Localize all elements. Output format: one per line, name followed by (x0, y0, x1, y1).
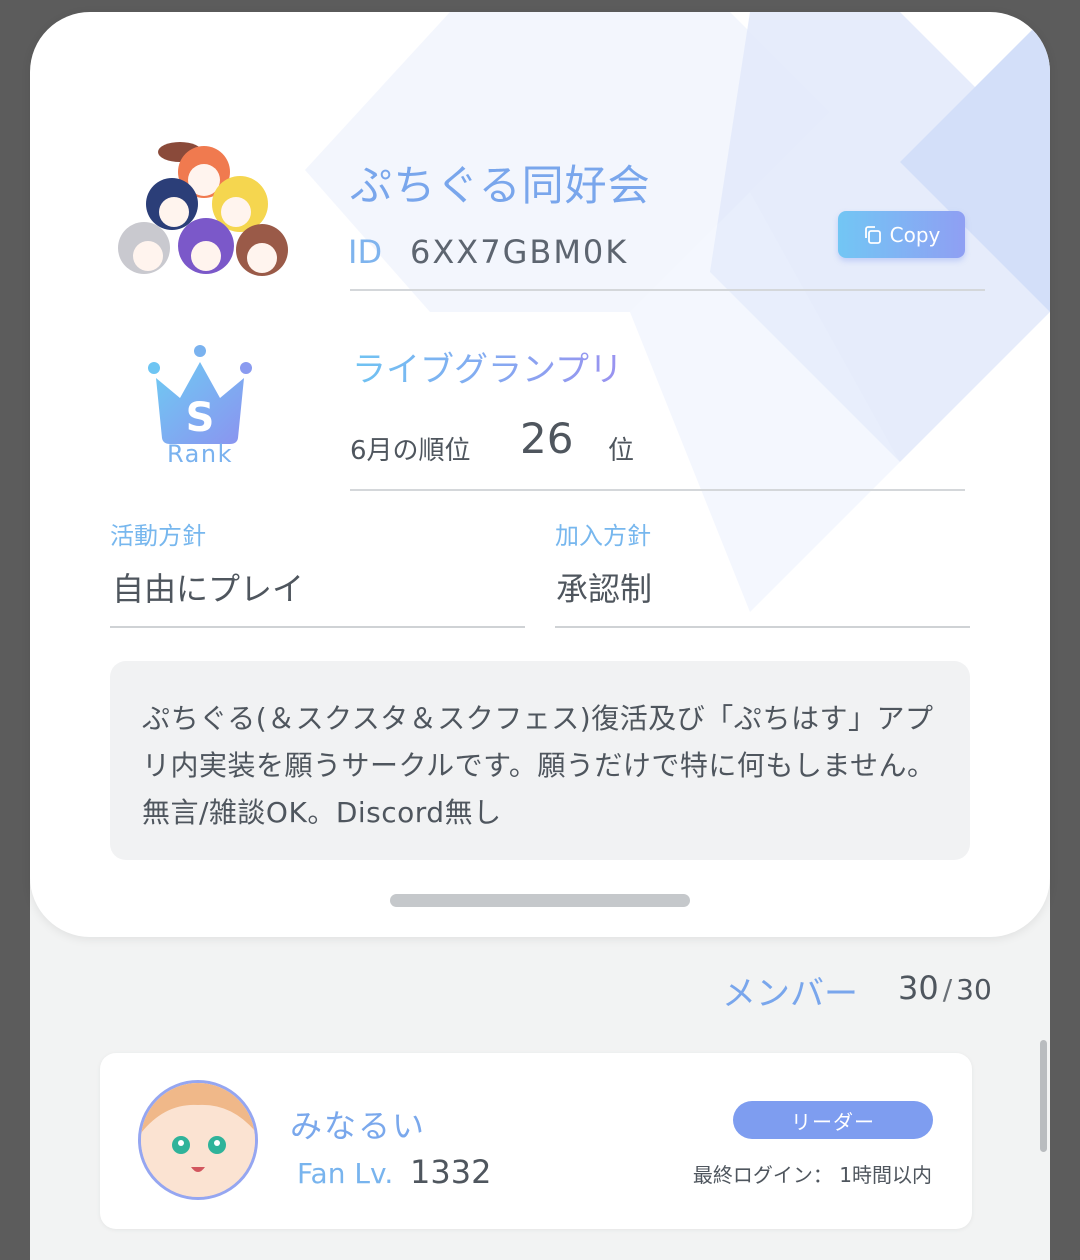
activity-policy-label: 活動方針 (110, 522, 206, 550)
activity-policy-value: 自由にプレイ (112, 570, 305, 608)
scrollbar[interactable] (1040, 1040, 1047, 1152)
divider (555, 626, 970, 628)
club-name: ぷちぐる同好会 (350, 161, 651, 210)
member-avatar (138, 1080, 258, 1200)
join-policy-value: 承認制 (556, 570, 653, 608)
fan-level-label: Fan Lv. (297, 1157, 394, 1190)
copy-icon (864, 225, 881, 244)
join-policy-label: 加入方針 (555, 522, 651, 550)
drag-handle[interactable] (390, 894, 690, 907)
last-login: 最終ログイン： 1時間以内 (692, 1163, 932, 1187)
divider (350, 489, 965, 491)
club-description: ぷちぐる(＆スクスタ＆スクフェス)復活及び「ぷちはす」アプリ内実装を願うサークル… (142, 702, 936, 829)
club-avatar (118, 142, 288, 276)
rank-label: Rank (167, 440, 233, 468)
members-count: 30/30 (898, 969, 992, 1007)
rank-letter: S (186, 395, 215, 441)
copy-button-label: Copy (889, 222, 941, 247)
member-name: みなるい (290, 1107, 427, 1145)
divider (110, 626, 525, 628)
divider (350, 289, 985, 291)
club-info-card: ぷちぐる同好会 ID 6XX7GBM0K Copy S Rank ライブグランプ… (30, 12, 1050, 937)
member-count-separator: / (942, 973, 953, 1006)
club-id-value: 6XX7GBM0K (410, 233, 629, 271)
month-rank-label: 6月の順位 (350, 436, 471, 466)
members-label: メンバー (722, 974, 858, 1014)
member-count-current: 30 (898, 969, 939, 1007)
role-badge: リーダー (733, 1101, 933, 1139)
member-list-item[interactable]: みなるい Fan Lv. 1332 リーダー 最終ログイン： 1時間以内 (100, 1053, 972, 1229)
rank-suffix: 位 (608, 436, 635, 466)
member-count-total: 30 (956, 973, 992, 1006)
description-box: ぷちぐる(＆スクスタ＆スクフェス)復活及び「ぷちはす」アプリ内実装を願うサークル… (110, 661, 970, 860)
rank-position: 26 (520, 414, 574, 463)
copy-button[interactable]: Copy (838, 211, 965, 258)
grandprix-title: ライブグランプリ (352, 342, 623, 391)
id-label: ID (348, 233, 383, 271)
fan-level-value: 1332 (410, 1153, 492, 1191)
